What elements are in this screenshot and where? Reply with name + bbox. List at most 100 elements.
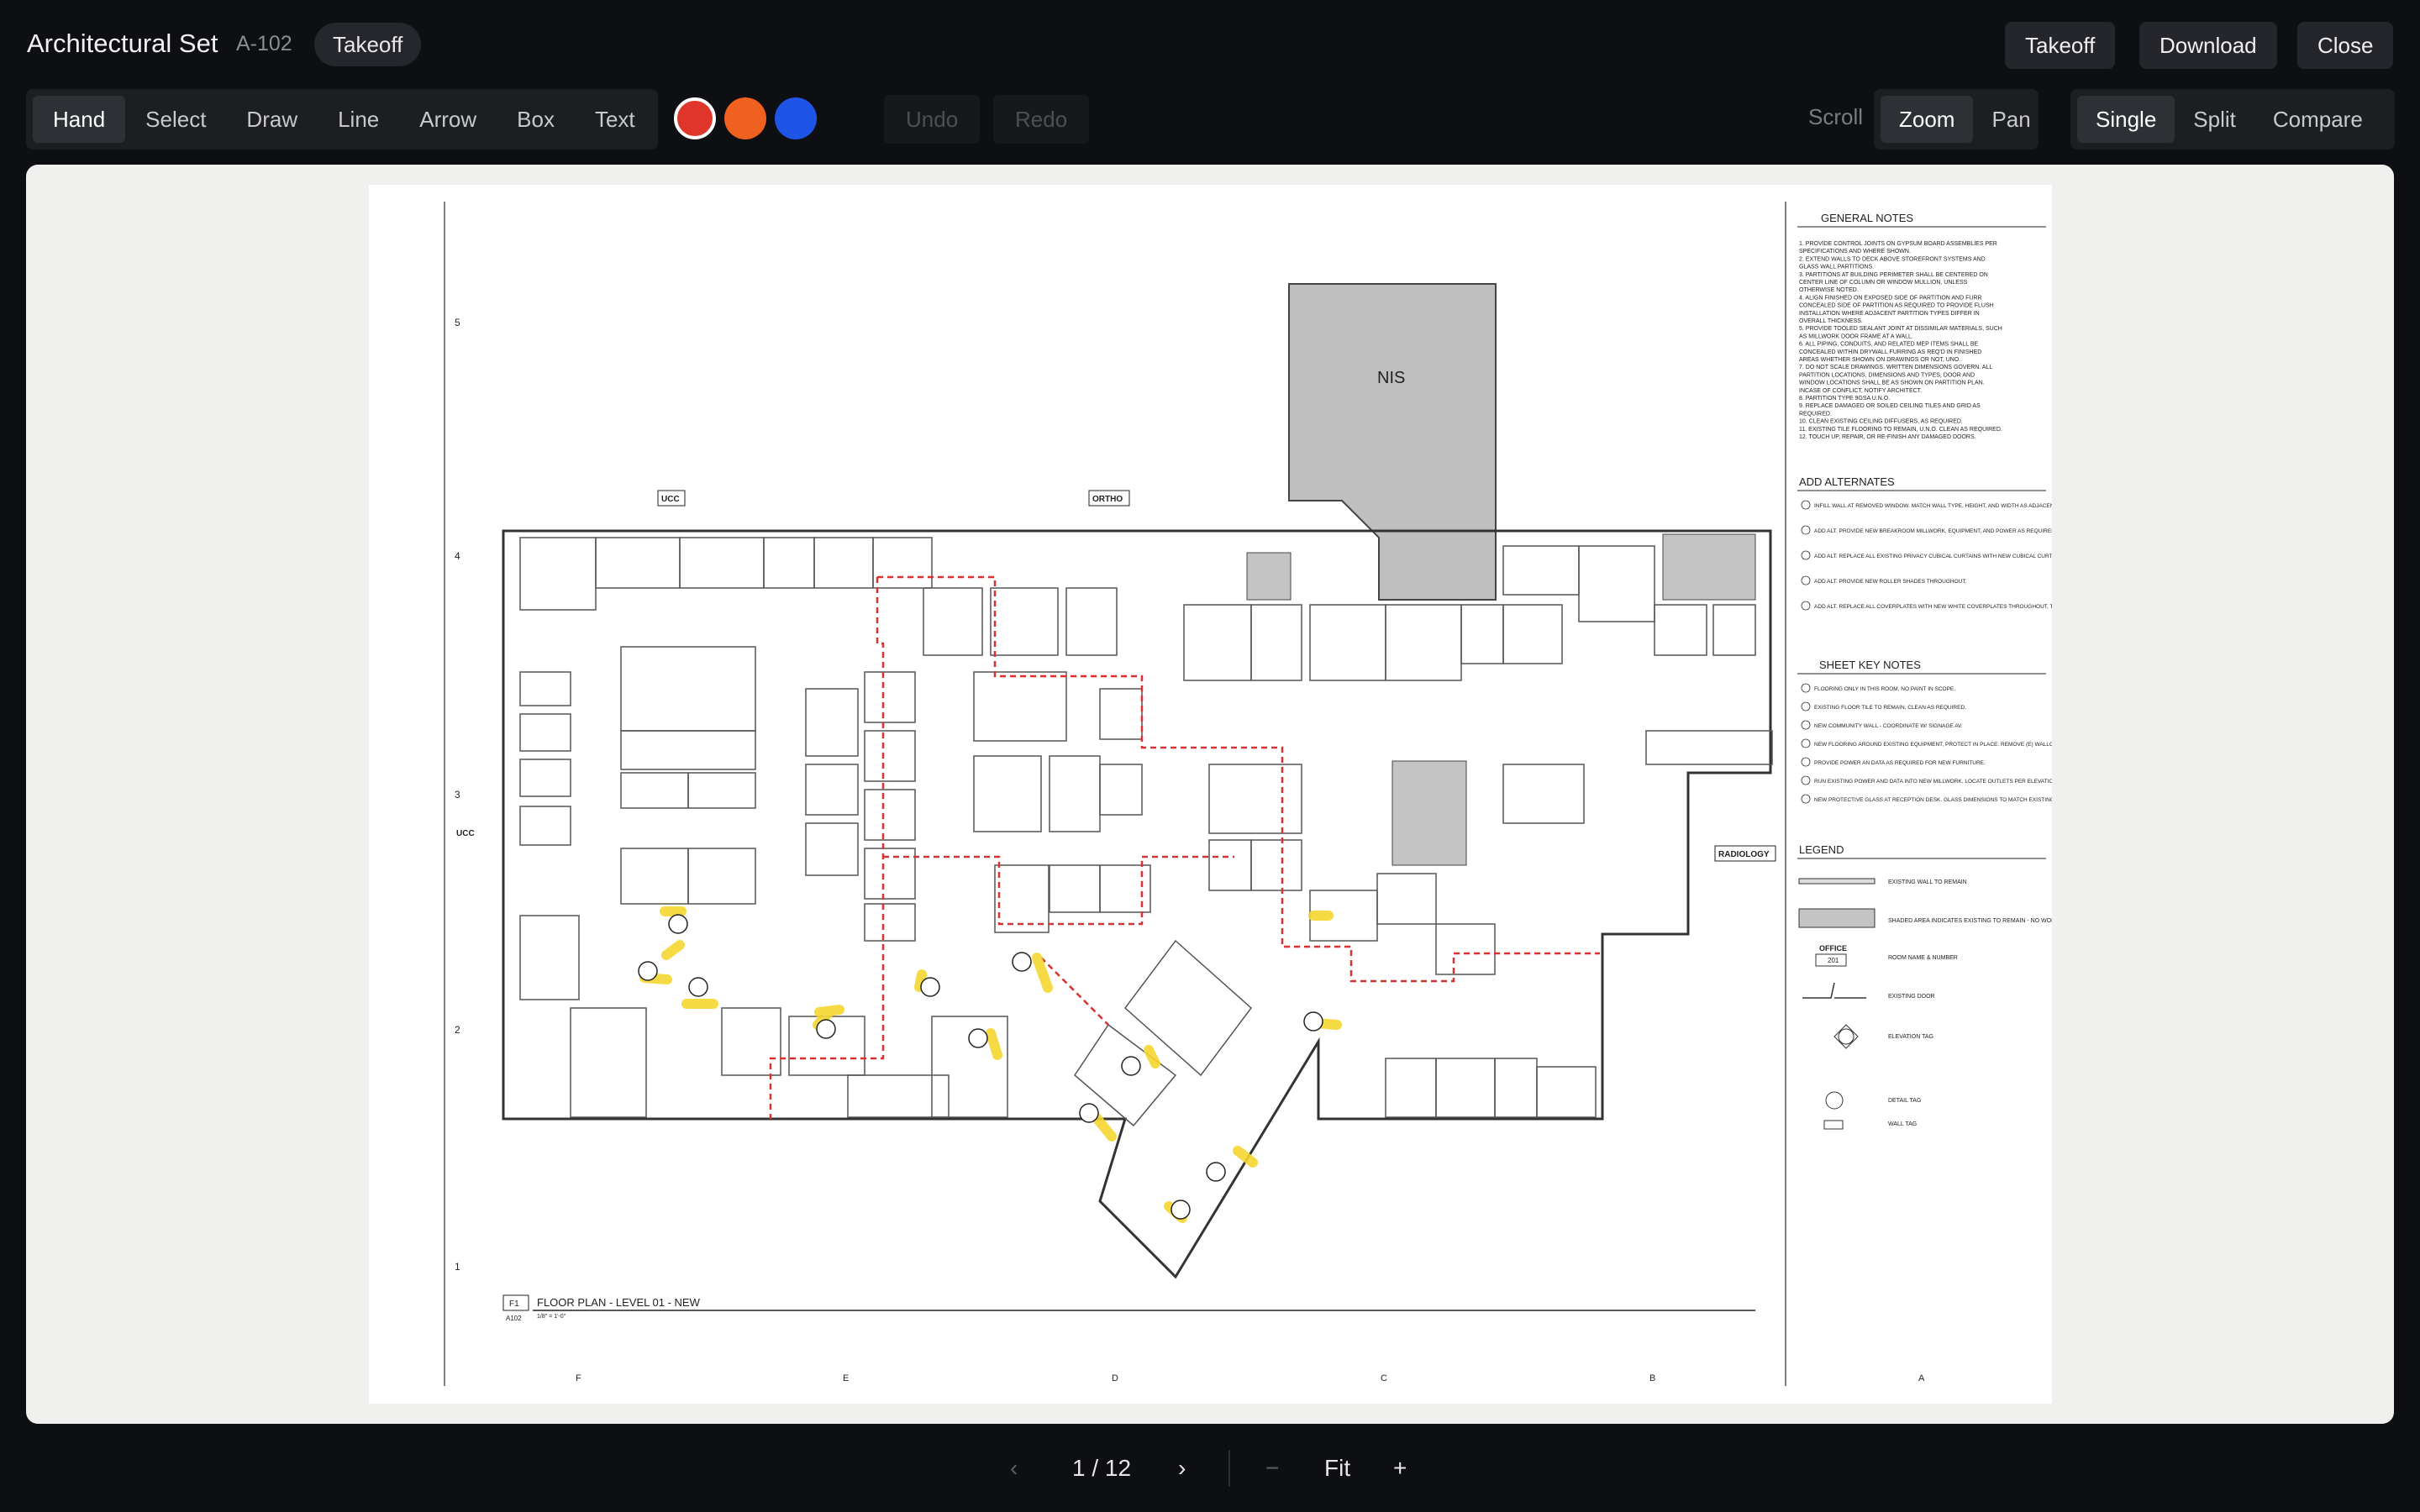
tool-draw[interactable]: Draw [226, 96, 318, 143]
general-note-line: 5. PROVIDE TOOLED SEALANT JOINT AT DISSI… [1799, 326, 2002, 332]
ortho-label: ORTHO [1092, 495, 1123, 504]
chevron-left-icon[interactable]: ‹ [1010, 1448, 1018, 1488]
download-button[interactable]: Download [2139, 22, 2277, 69]
grid-row-2: 2 [455, 1024, 460, 1036]
grid-row-3: 3 [455, 789, 460, 801]
general-note-line: GLASS WALL PARTITIONS. [1799, 265, 1874, 270]
grid-row-1: 1 [455, 1261, 460, 1273]
keynote-item-marker [1801, 683, 1811, 693]
legend-item: ELEVATION TAG [1888, 1034, 1933, 1040]
general-note-line: AREAS WHETHER SHOWN ON DRAWINGS OR NOT, … [1799, 357, 1960, 363]
color-swatch-red[interactable] [674, 97, 716, 139]
title-key: F1 [509, 1299, 519, 1309]
keynote-item: NEW FLOORING AROUND EXISTING EQUIPMENT, … [1814, 742, 2052, 748]
undo-button[interactable]: Undo [884, 95, 981, 144]
pager-divider [1228, 1450, 1230, 1487]
general-note-line: CONCEALED SIDE OF PARTITION AS REQUIRED … [1799, 303, 1994, 309]
alternate-item-marker [1801, 601, 1811, 611]
grid-col-a: A [1918, 1373, 1925, 1383]
grid-row-5: 5 [455, 317, 460, 328]
legend-item: EXISTING WALL TO REMAIN [1888, 879, 1967, 885]
legend-item: ROOM NAME & NUMBER [1888, 955, 1958, 961]
alternates-title: ADD ALTERNATES [1799, 475, 1895, 488]
zoom-out-button[interactable]: − [1265, 1448, 1279, 1488]
view-single[interactable]: Single [2077, 96, 2175, 143]
annotation-toolbar: Hand Select Draw Line Arrow Box Text [26, 89, 658, 150]
keynote-item: PROVIDE POWER AN DATA AS REQUIRED FOR NE… [1814, 760, 1986, 766]
tool-line[interactable]: Line [318, 96, 399, 143]
grid-col-d: D [1112, 1373, 1118, 1383]
ucc-left-label: UCC [456, 829, 475, 838]
chevron-right-icon[interactable]: › [1178, 1448, 1186, 1488]
top-bar: Architectural Set A-102 Takeoff Takeoff … [0, 0, 2420, 91]
alternate-item: ADD ALT. PROVIDE NEW BREAKROOM MILLWORK,… [1814, 528, 2052, 534]
general-note-line: 11. EXISTING TILE FLOORING TO REMAIN, U.… [1799, 427, 2002, 433]
close-button[interactable]: Close [2297, 22, 2394, 69]
general-note-line: AS MILLWORK DOOR FRAME AT A WALL. [1799, 333, 1913, 339]
legend-title: LEGEND [1799, 843, 1844, 856]
keynote-item: EXISTING FLOOR TILE TO REMAIN, CLEAN AS … [1814, 705, 1966, 711]
keynote-item-marker [1801, 757, 1811, 767]
legend-item: WALL TAG [1888, 1121, 1917, 1127]
title-sheet: A102 [506, 1315, 522, 1322]
legend-room-num: 201 [1828, 957, 1839, 964]
sheet-id: A-102 [236, 32, 292, 55]
general-note-line: 9. REPLACE DAMAGED OR SOILED CEILING TIL… [1799, 403, 1981, 409]
keynote-item: FLOORING ONLY IN THIS ROOM, NO PAINT IN … [1814, 686, 1955, 692]
general-note-line: WINDOW LOCATIONS SHALL BE AS SHOWN ON PA… [1799, 381, 1985, 386]
tool-select[interactable]: Select [125, 96, 226, 143]
legend-item: SHADED AREA INDICATES EXISTING TO REMAIN… [1888, 918, 2052, 924]
grid-col-f: F [576, 1373, 581, 1383]
tool-box[interactable]: Box [497, 96, 575, 143]
tool-arrow[interactable]: Arrow [399, 96, 497, 143]
drawing-sheet[interactable]: 5 4 3 2 1 F E D C B A NIS UCC ORTHO UCC … [369, 185, 2052, 1404]
takeoff-mode-chip[interactable]: Takeoff [314, 23, 422, 66]
scroll-label: Scroll [1808, 104, 1864, 129]
alternate-item-marker [1801, 525, 1811, 535]
keynotes-title: SHEET KEY NOTES [1819, 659, 1921, 671]
scroll-mode-toggle: Zoom Pan [1874, 89, 2039, 150]
scroll-zoom[interactable]: Zoom [1881, 96, 1974, 143]
keynote-item-marker [1801, 738, 1811, 748]
redo-button[interactable]: Redo [993, 95, 1090, 144]
legend-item: DETAIL TAG [1888, 1098, 1921, 1104]
general-notes-list: 1. PROVIDE CONTROL JOINTS ON GYPSUM BOAR… [1799, 241, 2002, 440]
color-swatch-orange[interactable] [724, 97, 766, 139]
view-mode-toggle: Single Split Compare [2070, 89, 2395, 150]
general-note-line: OVERALL THICKNESS. [1799, 318, 1863, 324]
alternate-item-marker [1801, 550, 1811, 560]
fit-button[interactable]: Fit [1324, 1448, 1350, 1488]
tool-hand[interactable]: Hand [33, 96, 126, 143]
grid-col-c: C [1381, 1373, 1387, 1383]
radiology-label: RADIOLOGY [1718, 850, 1770, 859]
page-indicator: 1 / 12 [1072, 1455, 1132, 1481]
alternate-item: INFILL WALL AT REMOVED WINDOW. MATCH WAL… [1814, 503, 2052, 509]
grid-col-b: B [1649, 1373, 1655, 1383]
legend-office: OFFICE [1819, 944, 1847, 953]
drawing-title: FLOOR PLAN - LEVEL 01 - NEW [537, 1296, 701, 1309]
takeoff-button[interactable]: Takeoff [2005, 22, 2116, 69]
document-viewer[interactable]: 5 4 3 2 1 F E D C B A NIS UCC ORTHO UCC … [26, 165, 2394, 1424]
general-note-line: 4. ALIGN FINISHED ON EXPOSED SIDE OF PAR… [1799, 295, 1982, 301]
keynote-item: NEW COMMUNITY WALL - COORDINATE W/ SIGNA… [1814, 723, 1963, 729]
tool-text[interactable]: Text [575, 96, 655, 143]
keynote-item-marker [1801, 701, 1811, 711]
keynote-item-marker [1801, 720, 1811, 730]
general-note-line: 10. CLEAN EXISTING CEILING DIFFUSERS, AS… [1799, 419, 1963, 425]
color-swatch-blue[interactable] [775, 97, 817, 139]
view-split[interactable]: Split [2175, 96, 2254, 143]
alternate-item-marker [1801, 500, 1811, 510]
nis-label: NIS [1377, 369, 1405, 387]
general-note-line: 6. ALL PIPING, CONDUITS, AND RELATED MEP… [1799, 342, 1979, 348]
general-note-line: INCASE OF CONFLICT, NOTIFY ARCHITECT. [1799, 388, 1922, 394]
zoom-in-button[interactable]: + [1393, 1448, 1407, 1488]
scroll-pan[interactable]: Pan [1973, 96, 2049, 143]
keynotes-list: FLOORING ONLY IN THIS ROOM, NO PAINT IN … [1801, 683, 2052, 804]
general-note-line: CENTER LINE OF COLUMN OR WINDOW MULLION,… [1799, 280, 1968, 286]
keynote-item-marker [1801, 775, 1811, 785]
view-compare[interactable]: Compare [2254, 96, 2381, 143]
keynote-item: NEW PROTECTIVE GLASS AT RECEPTION DESK. … [1814, 797, 2052, 803]
ucc-label: UCC [661, 495, 680, 504]
legend-item: EXISTING DOOR [1888, 994, 1935, 1000]
alternate-item: ADD ALT. REPLACE ALL EXISTING PRIVACY CU… [1814, 554, 2052, 559]
